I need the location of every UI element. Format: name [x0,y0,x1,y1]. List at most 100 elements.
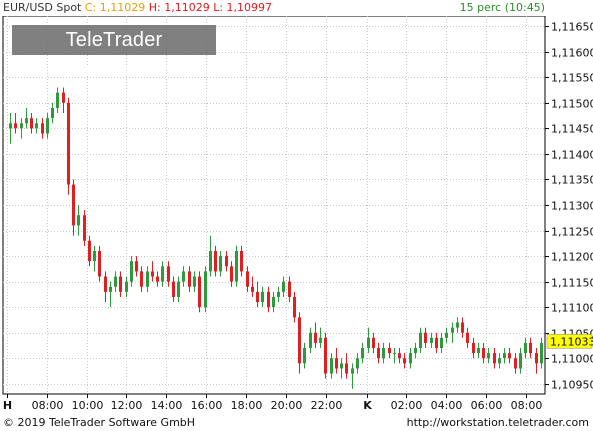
candle [219,250,222,277]
candle-body [188,271,191,287]
x-tick-label: 04:00 [431,399,463,412]
x-tick-label: 20:00 [271,399,303,412]
candle-body [335,358,338,369]
candle [309,327,312,354]
candle [335,348,338,374]
candle-body [272,296,275,308]
website-link[interactable]: http://workstation.teletrader.com [407,415,589,431]
candle [445,327,448,343]
y-tick-label: 1,11500 [551,98,593,111]
candle-body [25,118,28,124]
period-label[interactable]: 15 perc (10:45) [460,0,545,16]
candle [83,210,86,246]
candle-body [30,118,33,129]
candle [288,276,291,303]
candle-body [356,358,359,369]
candle-body [409,353,412,364]
candle [251,276,254,297]
candle-body [93,250,96,262]
candle-body [388,348,391,354]
candle-body [514,358,517,369]
candle-body [487,353,490,359]
candle-body [377,348,380,359]
candle-body [345,363,348,374]
x-tick-label: 22:00 [311,399,343,412]
candle [125,276,128,297]
candle-body [267,291,270,308]
candles [9,87,543,389]
candle [9,113,12,144]
candle-body [519,353,522,369]
candle [324,332,327,379]
candle [240,245,243,277]
candle [225,250,228,272]
candle-body [298,317,301,364]
candle [340,358,343,379]
candle [20,118,23,139]
candle [256,281,259,308]
candle [409,348,412,369]
candle [193,271,196,292]
candle-body [324,337,327,374]
candle [46,113,49,139]
x-tick-label: 02:00 [391,399,423,412]
candle-body [72,184,75,226]
candle-body [151,271,154,277]
candle [246,266,249,292]
last-price-label: 1,11033 [550,335,593,348]
candle-body [230,266,233,282]
y-tick-label: 1,10950 [551,379,593,392]
candle-body [225,256,228,267]
x-tick-label: 16:00 [191,399,223,412]
y-tick-label: 1,11350 [551,174,593,187]
candle-body [293,296,296,318]
candle [456,317,459,333]
candle [230,261,233,287]
candle [498,353,501,369]
candle [461,317,464,338]
chart-header: EUR/USD Spot C: 1,11029 H: 1,11029 L: 1,… [0,0,593,16]
candle-body [435,337,438,349]
candle-body [209,250,212,272]
symbol-label[interactable]: EUR/USD Spot [3,0,81,16]
y-tick-label: 1,11600 [551,47,593,60]
candle [351,363,354,389]
candle-body [261,291,264,303]
candle-body [535,353,538,364]
candle-body [161,266,164,282]
candle [361,342,364,364]
y-tick-label: 1,11150 [551,277,593,290]
candle-body [314,332,317,343]
instrument-legend: EUR/USD Spot C: 1,11029 H: 1,11029 L: 1,… [3,0,272,16]
candle-body [503,353,506,359]
candle [156,271,159,287]
candle-body [419,332,422,349]
candle [535,348,538,374]
candle-body [67,102,70,185]
candle [261,286,264,308]
candle [77,205,80,236]
candle [135,256,138,277]
candle [451,322,454,343]
candle-body [235,250,238,282]
candle [540,337,543,369]
candle [72,179,75,236]
candle [41,118,44,139]
candle [282,276,285,297]
candle [140,266,143,292]
candle-body [119,276,122,292]
candle [214,245,217,277]
candle [493,348,496,369]
candle-body [309,332,312,349]
candle [477,342,480,359]
candle [345,353,348,379]
candle-body [219,256,222,272]
candle-body [41,123,44,134]
chart-window: EUR/USD Spot C: 1,11029 H: 1,11029 L: 1,… [0,0,593,431]
candle [419,327,422,354]
candle [487,348,490,364]
candle-body [104,276,107,292]
candle-body [140,271,143,287]
candle-body [204,271,207,308]
x-tick-label: 18:00 [231,399,263,412]
